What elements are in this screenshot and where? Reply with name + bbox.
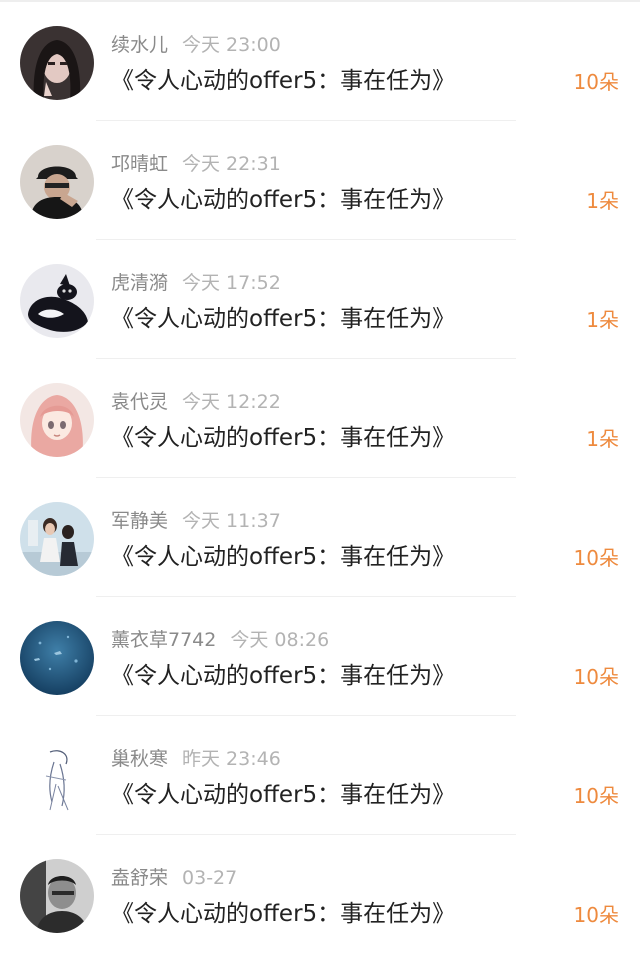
flower-count: 1朵: [586, 308, 619, 332]
list-item[interactable]: 邛晴虹 今天 22:31 《令人心动的offer5：事在任为》 1朵: [0, 121, 640, 240]
avatar-couple-photo-icon: [20, 502, 94, 576]
flower-count: 10朵: [573, 546, 619, 570]
user-name[interactable]: 虎清漪: [111, 272, 168, 294]
item-meta: 军静美 今天 11:37: [111, 508, 281, 534]
avatar-woman-dark-hair-icon: [20, 26, 94, 100]
avatar[interactable]: [20, 383, 94, 457]
flower-count: 10朵: [573, 903, 619, 927]
flower-count: 10朵: [573, 784, 619, 808]
user-name[interactable]: 续水儿: [111, 34, 168, 56]
avatar-anime-girl-icon: [20, 383, 94, 457]
item-message: 《令人心动的offer5：事在任为》: [111, 425, 456, 451]
avatar-man-portrait-bw-icon: [20, 859, 94, 933]
list-item[interactable]: 军静美 今天 11:37 《令人心动的offer5：事在任为》 10朵: [0, 478, 640, 597]
item-message: 《令人心动的offer5：事在任为》: [111, 544, 456, 570]
avatar-man-cap-icon: [20, 145, 94, 219]
item-meta: 邛晴虹 今天 22:31: [111, 151, 281, 177]
item-meta: 薰衣草7742 今天 08:26: [111, 627, 329, 653]
item-meta: 续水儿 今天 23:00: [111, 32, 281, 58]
user-name[interactable]: 军静美: [111, 510, 168, 532]
item-meta: 巢秋寒 昨天 23:46: [111, 746, 281, 772]
avatar[interactable]: [20, 264, 94, 338]
flower-count: 10朵: [573, 70, 619, 94]
item-message: 《令人心动的offer5：事在任为》: [111, 663, 456, 689]
item-time: 今天 12:22: [182, 391, 281, 413]
avatar[interactable]: [20, 740, 94, 814]
list-item[interactable]: 薰衣草7742 今天 08:26 《令人心动的offer5：事在任为》 10朵: [0, 597, 640, 716]
list-item[interactable]: 盍舒荣 03-27 《令人心动的offer5：事在任为》 10朵: [0, 835, 640, 954]
item-time: 03-27: [182, 867, 238, 889]
user-name[interactable]: 盍舒荣: [111, 867, 168, 889]
avatar-black-white-cat-icon: [20, 264, 94, 338]
user-name[interactable]: 袁代灵: [111, 391, 168, 413]
list-item[interactable]: 巢秋寒 昨天 23:46 《令人心动的offer5：事在任为》 10朵: [0, 716, 640, 835]
item-message: 《令人心动的offer5：事在任为》: [111, 306, 456, 332]
item-time: 今天 22:31: [182, 153, 281, 175]
avatar-blue-ocean-icon: [20, 621, 94, 695]
avatar[interactable]: [20, 859, 94, 933]
user-name[interactable]: 邛晴虹: [111, 153, 168, 175]
list-item[interactable]: 袁代灵 今天 12:22 《令人心动的offer5：事在任为》 1朵: [0, 359, 640, 478]
item-message: 《令人心动的offer5：事在任为》: [111, 68, 456, 94]
avatar-sketch-figure-icon: [20, 740, 94, 814]
avatar[interactable]: [20, 502, 94, 576]
avatar[interactable]: [20, 145, 94, 219]
avatar[interactable]: [20, 26, 94, 100]
user-name[interactable]: 巢秋寒: [111, 748, 168, 770]
flower-count: 1朵: [586, 189, 619, 213]
item-meta: 虎清漪 今天 17:52: [111, 270, 281, 296]
item-time: 今天 08:26: [230, 629, 330, 651]
item-meta: 盍舒荣 03-27: [111, 865, 237, 891]
item-time: 今天 23:00: [182, 34, 281, 56]
item-meta: 袁代灵 今天 12:22: [111, 389, 281, 415]
flower-count: 10朵: [573, 665, 619, 689]
item-message: 《令人心动的offer5：事在任为》: [111, 187, 456, 213]
list-item[interactable]: 虎清漪 今天 17:52 《令人心动的offer5：事在任为》 1朵: [0, 240, 640, 359]
flower-count: 1朵: [586, 427, 619, 451]
user-name[interactable]: 薰衣草7742: [111, 629, 216, 651]
item-message: 《令人心动的offer5：事在任为》: [111, 782, 456, 808]
item-time: 昨天 23:46: [182, 748, 281, 770]
item-message: 《令人心动的offer5：事在任为》: [111, 901, 456, 927]
avatar[interactable]: [20, 621, 94, 695]
item-time: 今天 17:52: [182, 272, 281, 294]
list-item[interactable]: 续水儿 今天 23:00 《令人心动的offer5：事在任为》 10朵: [0, 2, 640, 121]
item-time: 今天 11:37: [182, 510, 281, 532]
